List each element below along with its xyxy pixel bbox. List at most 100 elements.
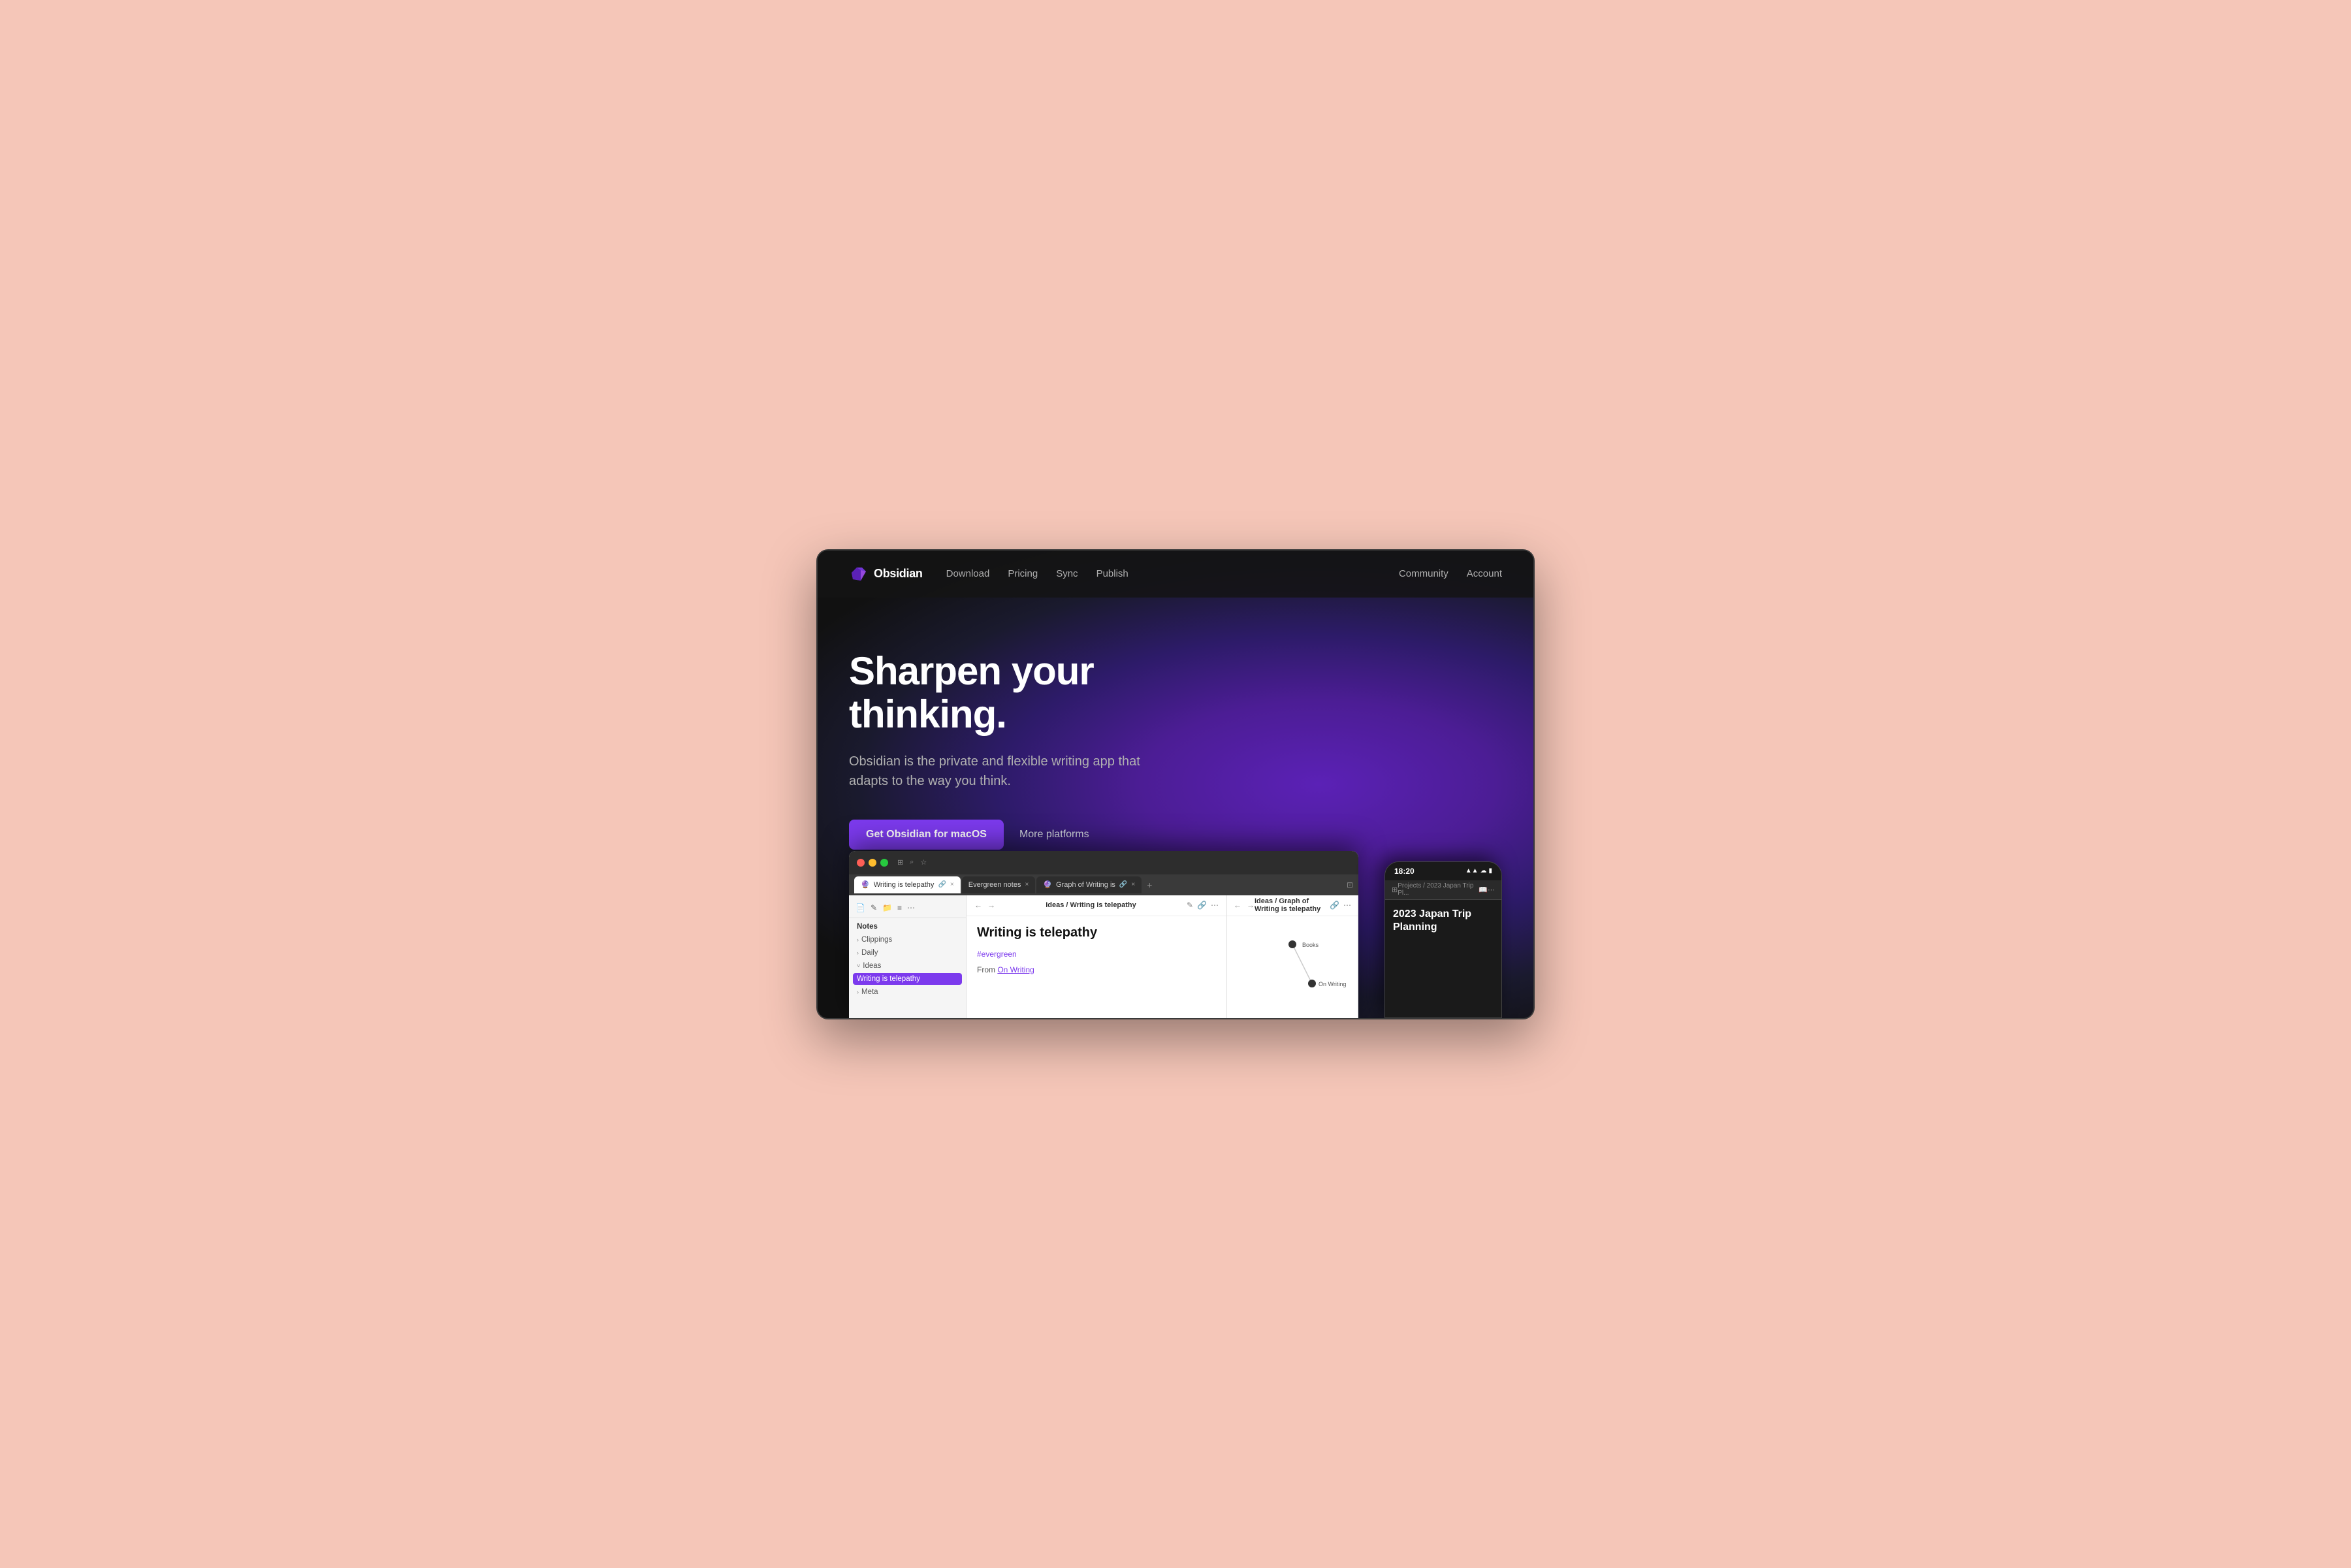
sidebar-section-notes: Notes [853, 921, 962, 933]
sidebar-nav: Notes › Clippings › Daily ˅ Ideas [849, 921, 966, 998]
nav-link-download[interactable]: Download [946, 568, 990, 579]
hero-title: Sharpen your thinking. [849, 650, 1215, 736]
mobile-content: 2023 Japan Trip Planning [1385, 900, 1501, 948]
back-arrow-icon[interactable]: ← [974, 901, 982, 910]
traffic-light-green[interactable] [880, 859, 888, 867]
mobile-time: 18:20 [1394, 867, 1415, 876]
hero-actions: Get Obsidian for macOS More platforms [849, 820, 1502, 850]
graph-label-books: Books [1302, 942, 1319, 948]
tab-text-2: Evergreen notes [968, 881, 1021, 889]
sidebar-icon-edit[interactable]: ✎ [871, 903, 877, 912]
forward-arrow-icon[interactable]: → [987, 901, 995, 910]
traffic-light-yellow[interactable] [869, 859, 876, 867]
app-body: 📄 ✎ 📁 ≡ ⋯ Notes › Clippings [849, 895, 1358, 1018]
sidebar-item-daily[interactable]: › Daily [853, 947, 962, 959]
note-breadcrumb: Ideas / Writing is telepathy [1046, 901, 1136, 909]
mobile-wifi-icon: ☁ [1480, 867, 1486, 874]
graph-node-books[interactable] [1288, 940, 1296, 948]
nav-link-sync[interactable]: Sync [1056, 568, 1078, 579]
hero-subtitle: Obsidian is the private and flexible wri… [849, 752, 1162, 791]
nav-link-pricing[interactable]: Pricing [1008, 568, 1038, 579]
tab-close-3[interactable]: × [1131, 881, 1135, 888]
tab-close-2[interactable]: × [1025, 881, 1029, 888]
sidebar-item-meta[interactable]: › Meta [853, 986, 962, 998]
note-body-prefix: From [977, 965, 997, 974]
mobile-toolbar: ⊞ Projects / 2023 Japan Trip Pl... 📖 ⋯ [1385, 880, 1501, 900]
mobile-toolbar-icon-left[interactable]: ⊞ [1392, 886, 1398, 894]
tab-graph[interactable]: 🔮 Graph of Writing is 🔗 × [1036, 876, 1142, 893]
desktop-titlebar: ⊞ ⌕ ☆ [849, 851, 1358, 874]
titlebar-icons: ⊞ ⌕ ☆ [897, 858, 927, 867]
note-pane-toolbar: ← → Ideas / Writing is telepathy ✎ 🔗 [967, 895, 1226, 916]
sidebar-item-writing-telepathy[interactable]: Writing is telepathy [853, 973, 962, 985]
more-platforms-button[interactable]: More platforms [1019, 829, 1089, 840]
nav-left: Obsidian Download Pricing Sync Publish [849, 565, 1128, 583]
mobile-toolbar-icon-more[interactable]: ⋯ [1488, 886, 1495, 894]
graph-pane-actions: 🔗 ⋯ [1330, 901, 1351, 910]
mobile-status-bar: 18:20 ▲▲ ☁ ▮ [1385, 862, 1501, 880]
mobile-note-title: 2023 Japan Trip Planning [1393, 908, 1494, 935]
graph-visualization: Books On Writing [1227, 916, 1358, 1018]
logo-group[interactable]: Obsidian [849, 565, 923, 583]
nav-link-publish[interactable]: Publish [1096, 568, 1128, 579]
traffic-light-red[interactable] [857, 859, 865, 867]
graph-back-icon[interactable]: ← [1234, 901, 1241, 910]
mobile-breadcrumb: Projects / 2023 Japan Trip Pl... [1398, 882, 1479, 897]
graph-forward-icon[interactable]: → [1247, 901, 1255, 910]
note-pane-actions: ✎ 🔗 ⋯ [1187, 901, 1219, 910]
chevron-icon: › [857, 936, 859, 943]
graph-node-onwriting[interactable] [1308, 980, 1316, 987]
preview-section: ⊞ ⌕ ☆ 🔮 Writing is telepathy 🔗 × Evergre… [818, 851, 1533, 1018]
note-body-link[interactable]: On Writing [997, 965, 1034, 974]
breadcrumb-prefix: Ideas [1046, 901, 1064, 909]
sidebar-label-meta: Meta [861, 988, 878, 996]
tab-writing-telepathy[interactable]: 🔮 Writing is telepathy 🔗 × [854, 876, 961, 893]
tab-text-3: Graph of Writing is [1056, 881, 1115, 889]
screen-frame: Obsidian Download Pricing Sync Publish C… [816, 549, 1535, 1019]
nav-link-community[interactable]: Community [1399, 568, 1448, 579]
app-sidebar: 📄 ✎ 📁 ≡ ⋯ Notes › Clippings [849, 895, 967, 1018]
nav-link-account[interactable]: Account [1467, 568, 1502, 579]
graph-pane: ← → Ideas / Graph of Writing is telepath… [1227, 895, 1358, 1018]
tab-chain-icon-1: 🔗 [938, 881, 946, 888]
get-obsidian-button[interactable]: Get Obsidian for macOS [849, 820, 1004, 850]
titlebar-folder-icon: ⊞ [897, 858, 903, 867]
sidebar-icon-folder[interactable]: 📁 [882, 903, 892, 912]
navbar: Obsidian Download Pricing Sync Publish C… [818, 551, 1533, 598]
titlebar-star-icon: ☆ [920, 858, 927, 867]
edit-icon[interactable]: ✎ [1187, 901, 1193, 910]
tab-add-button[interactable]: + [1143, 880, 1156, 890]
link-icon[interactable]: 🔗 [1197, 901, 1207, 910]
graph-label-onwriting: On Writing [1319, 981, 1346, 987]
tab-close-1[interactable]: × [950, 881, 954, 888]
tab-chain-icon-3: 🔗 [1119, 881, 1127, 888]
sidebar-item-clippings[interactable]: › Clippings [853, 934, 962, 946]
more-icon[interactable]: ⋯ [1211, 901, 1219, 910]
tab-expand-icon[interactable]: ⊡ [1347, 880, 1353, 889]
sidebar-icons-row: 📄 ✎ 📁 ≡ ⋯ [849, 901, 966, 918]
note-tag[interactable]: #evergreen [977, 950, 1017, 959]
tab-text-1: Writing is telepathy [874, 881, 935, 889]
mobile-battery-icon: ▮ [1488, 867, 1492, 874]
breadcrumb-current: Writing is telepathy [1070, 901, 1136, 909]
tab-evergreen[interactable]: Evergreen notes × [962, 876, 1036, 893]
sidebar-icon-sort[interactable]: ≡ [897, 903, 902, 912]
sidebar-label-daily: Daily [861, 949, 878, 957]
note-body: From On Writing [977, 965, 1216, 974]
hero-content: Sharpen your thinking. Obsidian is the p… [818, 598, 1533, 876]
chevron-icon-daily: › [857, 950, 859, 956]
nav-arrows: ← → [974, 901, 995, 910]
sidebar-label-clippings: Clippings [861, 936, 892, 944]
note-pane: ← → Ideas / Writing is telepathy ✎ 🔗 [967, 895, 1227, 1018]
tab-graph-icon: 🔮 [1043, 880, 1052, 889]
sidebar-icon-file[interactable]: 📄 [856, 903, 865, 912]
obsidian-logo-icon [849, 565, 867, 583]
graph-more-icon[interactable]: ⋯ [1343, 901, 1351, 910]
sidebar-icon-more[interactable]: ⋯ [907, 903, 915, 912]
graph-nav-arrows: ← → [1234, 901, 1255, 910]
graph-link-icon[interactable]: 🔗 [1330, 901, 1339, 910]
mobile-toolbar-icon-book[interactable]: 📖 [1479, 886, 1488, 894]
sidebar-item-ideas[interactable]: ˅ Ideas [853, 960, 962, 972]
sidebar-label-ideas: Ideas [863, 962, 881, 970]
nav-right: Community Account [1399, 568, 1502, 579]
